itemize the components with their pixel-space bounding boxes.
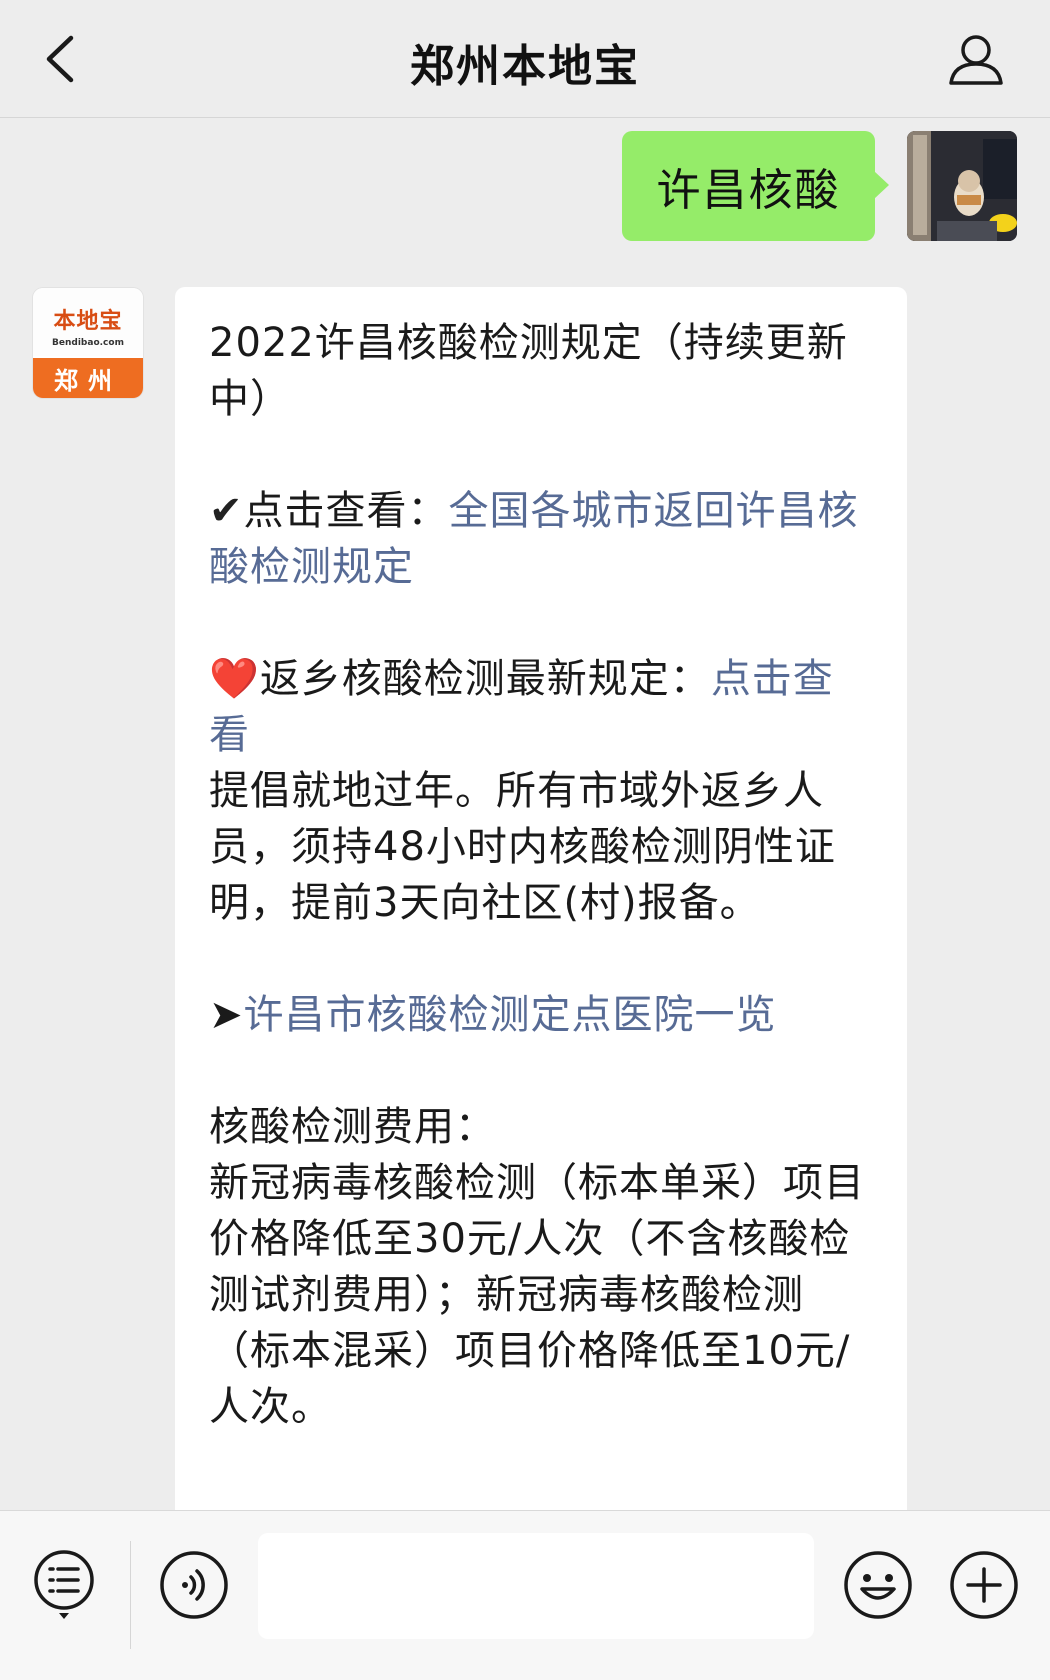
person-icon <box>949 35 1003 85</box>
hospitals-link[interactable]: 许昌市核酸检测定点医院一览 <box>244 992 777 1038</box>
item2-label: 返乡核酸检测最新规定： <box>259 656 711 702</box>
plus-icon <box>950 1551 1018 1619</box>
notice-text: 提倡就地过年。所有市域外返乡人员，须持48小时内核酸检测阴性证明，提前3天向社区… <box>209 768 836 926</box>
voice-button[interactable] <box>158 1549 230 1621</box>
logo-domain: Bendibao.com <box>52 337 124 348</box>
nav-header: 郑州本地宝 <box>0 0 1050 118</box>
fee-title: 核酸检测费用： <box>209 1104 496 1150</box>
message-content: 2022许昌核酸检测规定（持续更新中） ✔点击查看：全国各城市返回许昌核酸检测规… <box>209 315 873 1435</box>
heart-icon: ❤️ <box>209 656 260 702</box>
sent-message-row: 许昌核酸 <box>0 130 1050 245</box>
profile-button[interactable] <box>944 30 1008 90</box>
bot-avatar[interactable]: 本地宝 Bendibao.com 郑州 <box>33 288 143 398</box>
sent-message-text: 许昌核酸 <box>656 165 841 216</box>
avatar-photo <box>907 131 1017 241</box>
received-message-bubble[interactable]: 2022许昌核酸检测规定（持续更新中） ✔点击查看：全国各城市返回许昌核酸检测规… <box>175 287 907 1547</box>
logo-top: 本地宝 Bendibao.com <box>33 288 143 356</box>
emoji-icon <box>844 1551 912 1619</box>
message-input[interactable] <box>258 1533 814 1639</box>
item1-label: 点击查看： <box>243 488 449 534</box>
voice-icon <box>160 1551 228 1619</box>
item-hospitals: ➤许昌市核酸检测定点医院一览 <box>209 987 873 1043</box>
arrow-icon: ➤ <box>209 992 244 1038</box>
message-title: 2022许昌核酸检测规定（持续更新中） <box>209 320 848 422</box>
menu-list-icon <box>34 1550 94 1619</box>
check-icon: ✔ <box>209 488 244 534</box>
page-title: 郑州本地宝 <box>410 41 640 92</box>
user-avatar[interactable] <box>907 131 1017 241</box>
fee-text: 新冠病毒核酸检测（标本单采）项目价格降低至30元/人次（不含核酸检测试剂费用）；… <box>209 1160 865 1430</box>
plus-button[interactable] <box>948 1549 1020 1621</box>
sent-message-bubble[interactable]: 许昌核酸 <box>622 131 889 241</box>
divider <box>130 1541 131 1649</box>
menu-button[interactable] <box>30 1549 98 1621</box>
input-bar <box>0 1510 1050 1680</box>
item-hometown-rules: ❤️返乡核酸检测最新规定：点击查看 <box>209 651 873 763</box>
logo-text: 本地宝 <box>53 308 123 334</box>
logo-city: 郑州 <box>33 358 143 398</box>
item-national-rules: ✔点击查看：全国各城市返回许昌核酸检测规定 <box>209 483 873 595</box>
emoji-button[interactable] <box>842 1549 914 1621</box>
